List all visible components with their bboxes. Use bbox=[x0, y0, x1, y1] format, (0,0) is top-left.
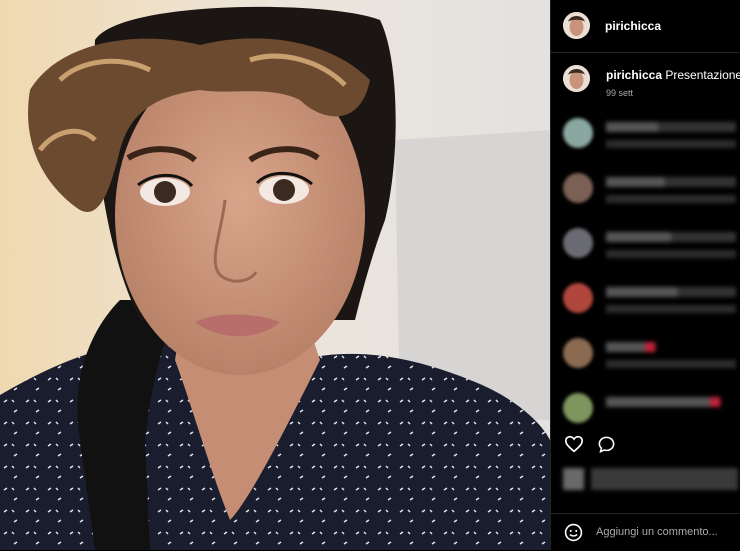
comment-item bbox=[551, 118, 740, 168]
comment-text-blurred bbox=[606, 177, 736, 187]
smiley-icon[interactable] bbox=[564, 523, 583, 542]
comment-item bbox=[551, 283, 740, 333]
comment-input[interactable] bbox=[596, 522, 734, 542]
comment-meta-blurred bbox=[606, 140, 736, 148]
commenter-avatar[interactable] bbox=[563, 283, 593, 313]
commenter-avatar[interactable] bbox=[563, 173, 593, 203]
likes-summary-blurred bbox=[563, 468, 738, 490]
like-icon[interactable] bbox=[564, 435, 584, 453]
comment-meta-blurred bbox=[606, 250, 736, 258]
comment-meta-blurred bbox=[606, 360, 736, 368]
comment-text-blurred bbox=[606, 287, 736, 297]
commenter-avatar[interactable] bbox=[563, 393, 593, 423]
portrait-photo bbox=[0, 0, 550, 550]
post-header: pirichicca bbox=[551, 0, 740, 53]
comment-meta-blurred bbox=[606, 195, 736, 203]
commenter-avatar[interactable] bbox=[563, 228, 593, 258]
comment-text-blurred bbox=[606, 342, 736, 352]
post-side-panel: pirichicca pirichicca Presentazione 99 s… bbox=[551, 0, 740, 550]
post-image[interactable] bbox=[0, 0, 550, 550]
comment-icon[interactable] bbox=[597, 435, 616, 454]
comment-item bbox=[551, 338, 740, 388]
comment-text-blurred bbox=[606, 232, 736, 242]
commenter-avatar[interactable] bbox=[563, 338, 593, 368]
comment-text-blurred bbox=[606, 122, 736, 132]
commenter-avatar[interactable] bbox=[563, 118, 593, 148]
post-caption: pirichicca Presentazione bbox=[606, 68, 740, 82]
post-timestamp[interactable]: 99 sett bbox=[606, 88, 633, 98]
post-actions bbox=[551, 428, 740, 462]
caption-avatar[interactable] bbox=[563, 65, 590, 92]
caption-username[interactable]: pirichicca bbox=[606, 68, 662, 82]
caption-text: Presentazione bbox=[665, 68, 740, 82]
comment-text-blurred bbox=[606, 397, 736, 407]
comment-meta-blurred bbox=[606, 305, 736, 313]
comment-item bbox=[551, 173, 740, 223]
add-comment-bar bbox=[551, 513, 740, 551]
comment-item bbox=[551, 228, 740, 278]
author-avatar[interactable] bbox=[563, 12, 590, 39]
author-username[interactable]: pirichicca bbox=[605, 19, 661, 33]
